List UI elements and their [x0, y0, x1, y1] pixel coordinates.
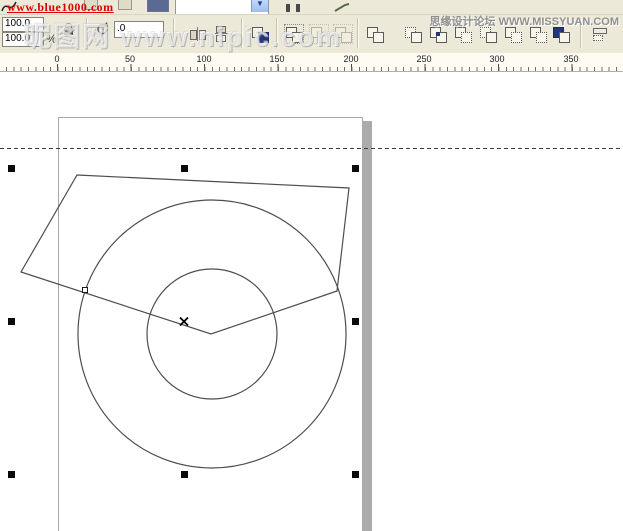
missyuan-watermark: 思缘设计论坛 WWW.MISSYUAN.COM — [430, 13, 619, 29]
ruler-label: 250 — [416, 54, 431, 64]
selection-handle[interactable] — [8, 471, 15, 478]
page-border — [58, 117, 363, 531]
print-icon[interactable] — [118, 0, 132, 10]
zoom-level-combo[interactable]: ▼ — [175, 0, 269, 15]
selection-handle[interactable] — [352, 165, 359, 172]
ruler-label: 350 — [563, 54, 578, 64]
weld-icon[interactable] — [365, 24, 385, 44]
separator — [357, 18, 359, 48]
import-icon[interactable] — [147, 0, 169, 12]
ruler-label: 150 — [269, 54, 284, 64]
clipped-label-fragment — [296, 4, 300, 12]
ruler-label: 100 — [196, 54, 211, 64]
blue1000-watermark: www.blue1000.com — [7, 0, 114, 15]
chevron-down-icon[interactable]: ▼ — [251, 0, 268, 12]
app-window: ▼ 100.0 100.0 % .0 www.blue1000.com 昵图网 … — [0, 0, 623, 531]
ruler-label: 300 — [489, 54, 504, 64]
ruler-label: 50 — [125, 54, 135, 64]
clipped-label-fragment — [286, 4, 290, 12]
pen-icon[interactable] — [333, 2, 351, 13]
selection-handle[interactable] — [8, 318, 15, 325]
horizontal-ruler[interactable]: 0 50 100 150 200 250 300 350 — [0, 53, 623, 72]
selection-handle[interactable] — [8, 165, 15, 172]
selection-handle[interactable] — [352, 471, 359, 478]
selection-handle[interactable] — [181, 471, 188, 478]
trim-icon[interactable] — [403, 24, 423, 44]
page-shadow — [363, 121, 372, 531]
nipic-watermark: 昵图网 www.nipic.com — [24, 15, 342, 54]
selection-handle[interactable] — [352, 318, 359, 325]
ruler-label: 0 — [54, 54, 59, 64]
ruler-label: 200 — [343, 54, 358, 64]
selection-handle[interactable] — [181, 165, 188, 172]
